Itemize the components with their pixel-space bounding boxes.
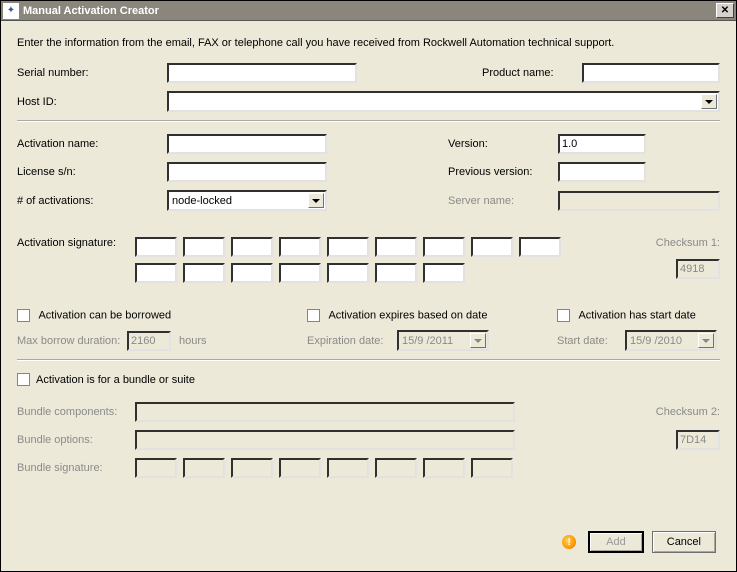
product-name-input[interactable]: [582, 63, 720, 83]
sig-r1-0[interactable]: [135, 237, 177, 257]
chevron-down-icon[interactable]: [308, 193, 324, 208]
host-id-label: Host ID:: [17, 96, 167, 108]
chevron-down-icon: [698, 333, 714, 348]
server-name-label: Server name:: [448, 195, 558, 207]
footer-buttons: ! Add Cancel: [562, 531, 716, 553]
borrow-checkbox[interactable]: [17, 309, 30, 322]
server-name-input: [558, 191, 720, 211]
startdate-checkbox[interactable]: [557, 309, 570, 322]
max-borrow-input: [127, 331, 171, 351]
num-activations-label: # of activations:: [17, 195, 167, 207]
host-id-select[interactable]: [167, 91, 720, 112]
titlebar-text: Manual Activation Creator: [23, 5, 716, 17]
sig-r2-2[interactable]: [231, 263, 273, 283]
start-date-label: Start date:: [557, 335, 625, 347]
checksum2-label: Checksum 2:: [656, 406, 720, 418]
sig-r1-4[interactable]: [327, 237, 369, 257]
bundle-sig-1: [183, 458, 225, 478]
start-date-value: 15/9 /2010: [630, 335, 682, 347]
expiration-date-select: 15/9 /2011: [397, 330, 489, 351]
sig-r1-6[interactable]: [423, 237, 465, 257]
expiration-date-label: Expiration date:: [307, 335, 397, 347]
bundle-options-label: Bundle options:: [17, 434, 135, 446]
app-icon: ✦: [3, 3, 19, 19]
separator: [17, 120, 720, 122]
bundle-sig-0: [135, 458, 177, 478]
chevron-down-icon: [470, 333, 486, 348]
bundle-checkbox[interactable]: [17, 373, 30, 386]
bundle-signature-label: Bundle signature:: [17, 462, 135, 474]
bundle-options-input: [135, 430, 515, 450]
expiration-date-value: 15/9 /2011: [402, 335, 453, 347]
warning-icon: !: [562, 535, 576, 549]
serial-number-input[interactable]: [167, 63, 357, 83]
serial-number-label: Serial number:: [17, 67, 167, 79]
checksum1-input: [676, 259, 720, 279]
num-activations-value: node-locked: [172, 195, 232, 207]
bundle-sig-4: [327, 458, 369, 478]
sig-r1-8[interactable]: [519, 237, 561, 257]
bundle-sig-7: [471, 458, 513, 478]
sig-r2-3[interactable]: [279, 263, 321, 283]
version-label: Version:: [448, 138, 558, 150]
sig-r1-3[interactable]: [279, 237, 321, 257]
sig-r1-2[interactable]: [231, 237, 273, 257]
previous-version-label: Previous version:: [448, 166, 558, 178]
expires-label: Activation expires based on date: [328, 309, 487, 321]
instructions-text: Enter the information from the email, FA…: [17, 37, 720, 49]
sig-r2-4[interactable]: [327, 263, 369, 283]
activation-name-label: Activation name:: [17, 138, 167, 150]
num-activations-select[interactable]: node-locked: [167, 190, 327, 211]
cancel-button[interactable]: Cancel: [652, 531, 716, 553]
borrow-label: Activation can be borrowed: [38, 309, 171, 321]
license-sn-label: License s/n:: [17, 166, 167, 178]
start-date-select: 15/9 /2010: [625, 330, 717, 351]
previous-version-input[interactable]: [558, 162, 646, 182]
activation-name-input[interactable]: [167, 134, 327, 154]
dialog-body: Enter the information from the email, FA…: [1, 21, 736, 498]
bundle-sig-3: [279, 458, 321, 478]
bundle-suite-label: Activation is for a bundle or suite: [36, 374, 195, 386]
bundle-sig-2: [231, 458, 273, 478]
sig-r1-7[interactable]: [471, 237, 513, 257]
sig-r1-5[interactable]: [375, 237, 417, 257]
chevron-down-icon[interactable]: [701, 94, 717, 109]
version-input[interactable]: [558, 134, 646, 154]
sig-r2-1[interactable]: [183, 263, 225, 283]
expires-checkbox[interactable]: [307, 309, 320, 322]
sig-r2-6[interactable]: [423, 263, 465, 283]
bundle-components-label: Bundle components:: [17, 406, 135, 418]
checksum2-input: [676, 430, 720, 450]
close-icon[interactable]: ✕: [716, 3, 734, 18]
activation-signature-label: Activation signature:: [17, 237, 135, 249]
sig-r1-1[interactable]: [183, 237, 225, 257]
separator: [17, 359, 720, 361]
bundle-components-input: [135, 402, 515, 422]
max-borrow-unit: hours: [179, 335, 207, 347]
bundle-sig-5: [375, 458, 417, 478]
product-name-label: Product name:: [482, 67, 582, 79]
titlebar: ✦ Manual Activation Creator ✕: [1, 1, 736, 21]
add-button[interactable]: Add: [588, 531, 644, 553]
bundle-sig-6: [423, 458, 465, 478]
sig-r2-0[interactable]: [135, 263, 177, 283]
license-sn-input[interactable]: [167, 162, 327, 182]
sig-r2-5[interactable]: [375, 263, 417, 283]
max-borrow-label: Max borrow duration:: [17, 335, 127, 347]
window: ✦ Manual Activation Creator ✕ Enter the …: [0, 0, 737, 572]
checksum1-label: Checksum 1:: [656, 237, 720, 249]
startdate-label: Activation has start date: [578, 309, 695, 321]
